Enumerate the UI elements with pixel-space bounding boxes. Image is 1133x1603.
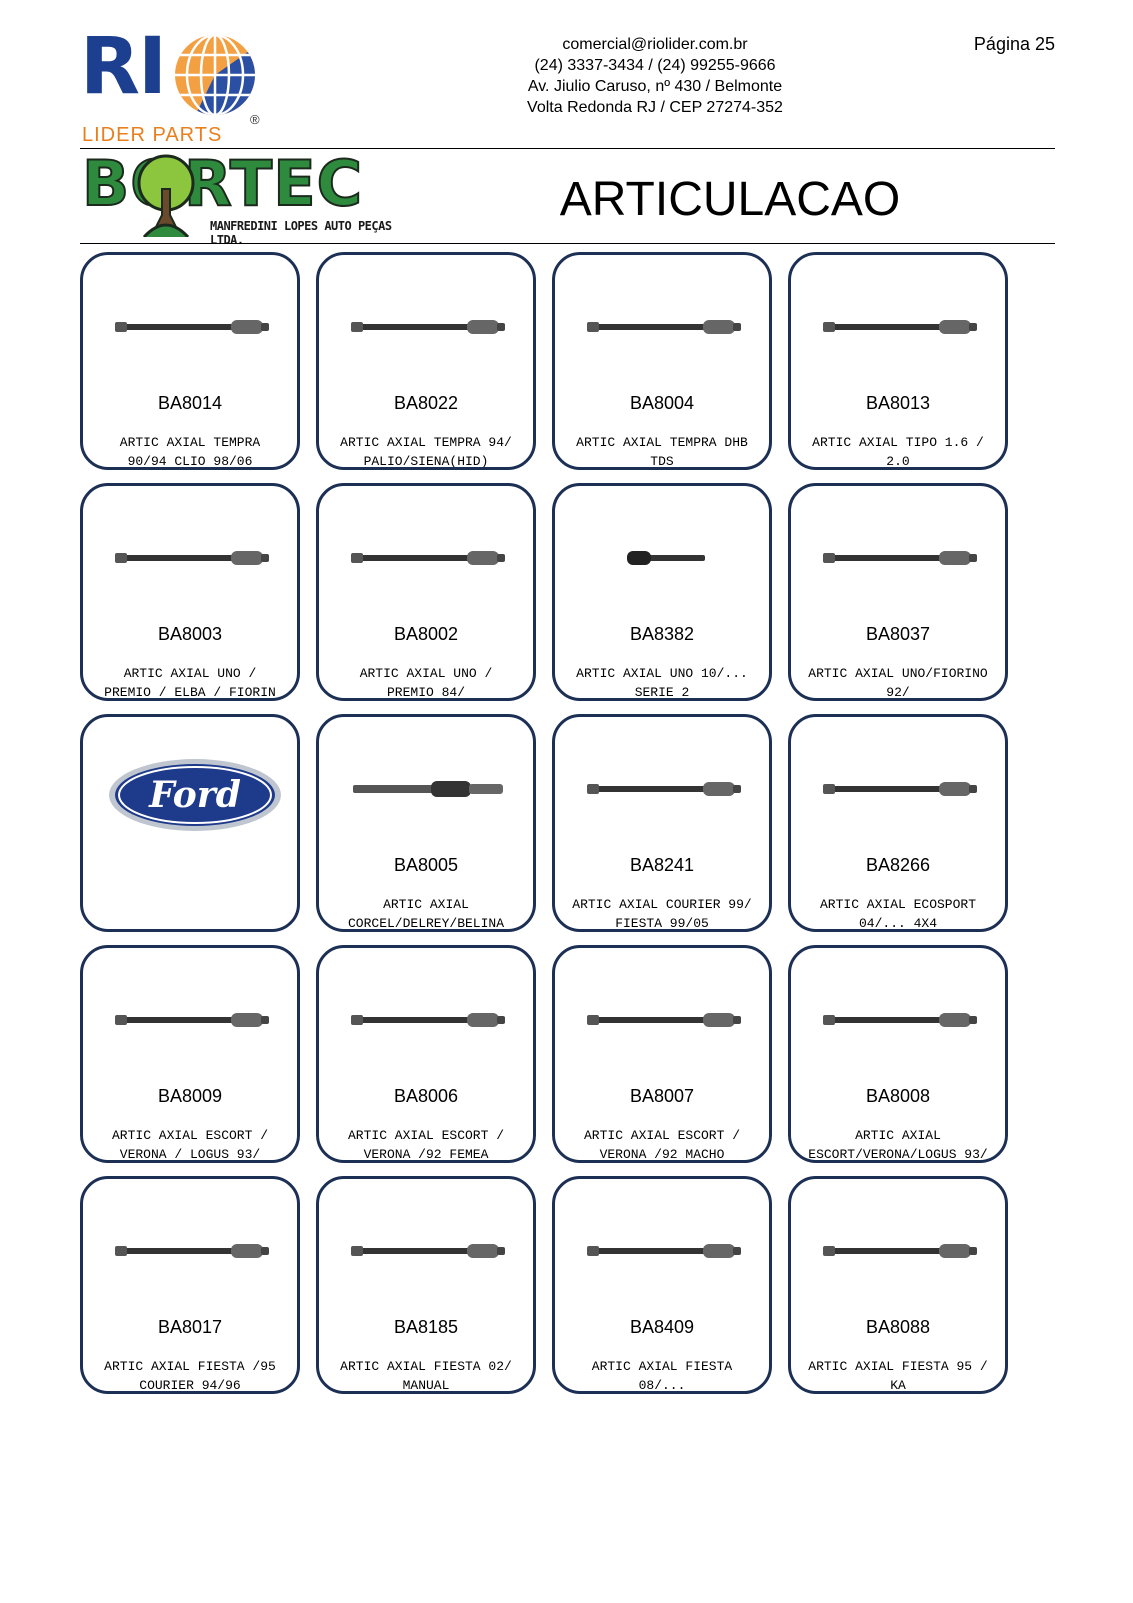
product-code: BA8382	[629, 624, 695, 644]
tie-rod-icon	[587, 1244, 741, 1258]
rio-lider-logo: RI LIDER PARTS ®	[80, 28, 270, 146]
product-code: BA8008	[865, 1086, 931, 1106]
product-code: BA8266	[865, 855, 931, 875]
product-code: BA8005	[393, 855, 459, 875]
product-description: ARTIC AXIAL TEMPRA DHB TDS	[576, 435, 748, 469]
product-code: BA8014	[157, 393, 223, 413]
section-title: ARTICULACAO	[559, 173, 901, 226]
product-card[interactable]: BA8185 ARTIC AXIAL FIESTA 02/MANUAL	[316, 1176, 536, 1394]
registered-mark: ®	[250, 112, 260, 127]
product-card[interactable]: BA8037 ARTIC AXIAL UNO/FIORINO 92/	[788, 483, 1008, 701]
contact-address: Av. Jiulio Caruso, nº 430 / Belmonte	[527, 78, 783, 95]
product-card[interactable]: BA8017 ARTIC AXIAL FIESTA /95 COURIER 94/…	[80, 1176, 300, 1394]
product-card[interactable]: BA8005 ARTIC AXIAL CORCEL/DELREY/BELINA	[316, 714, 536, 932]
product-description: ARTIC AXIAL UNO/FIORINO 92/	[808, 666, 988, 700]
product-description: ARTIC AXIAL COURIER 99/FIESTA 99/05	[572, 897, 752, 931]
brand-card-ford[interactable]: Ford	[80, 714, 300, 932]
tie-rod-icon	[627, 551, 705, 565]
tie-rod-icon	[823, 1013, 977, 1027]
product-code: BA8088	[865, 1317, 931, 1337]
lider-parts-text: LIDER PARTS	[82, 124, 223, 146]
tie-rod-icon	[351, 551, 505, 565]
ford-logo-text: Ford	[148, 774, 241, 816]
product-code: BA8409	[629, 1317, 695, 1337]
product-card[interactable]: BA8003 ARTIC AXIAL UNO / PREMIO / ELBA / …	[80, 483, 300, 701]
tie-rod-icon	[115, 320, 269, 334]
tie-rod-icon	[115, 1013, 269, 1027]
product-description: ARTIC AXIAL CORCEL/DELREY/BELINA	[347, 897, 505, 931]
product-card[interactable]: BA8009 ARTIC AXIAL ESCORT / VERONA / LOGU…	[80, 945, 300, 1163]
tie-rod-icon	[587, 1013, 741, 1027]
product-description: ARTIC AXIAL FIESTA 95 /KA	[808, 1359, 988, 1393]
globe-icon	[175, 35, 255, 115]
product-description: ARTIC AXIAL ESCORT/VERONA/LOGUS 93/	[808, 1128, 988, 1162]
product-code: BA8017	[157, 1317, 223, 1337]
product-code: BA8241	[629, 855, 695, 875]
product-card[interactable]: BA8013 ARTIC AXIAL TIPO 1.6 /2.0	[788, 252, 1008, 470]
product-card[interactable]: BA8266 ARTIC AXIAL ECOSPORT 04/... 4X4	[788, 714, 1008, 932]
tie-rod-icon	[351, 1244, 505, 1258]
product-code: BA8009	[157, 1086, 223, 1106]
contact-phones: (24) 3337-3434 / (24) 99255-9666	[534, 57, 776, 74]
product-card[interactable]: BA8008 ARTIC AXIAL ESCORT/VERONA/LOGUS 93…	[788, 945, 1008, 1163]
product-card[interactable]: BA8004 ARTIC AXIAL TEMPRA DHB TDS	[552, 252, 772, 470]
product-card[interactable]: BA8007 ARTIC AXIAL ESCORT / VERONA /92 MA…	[552, 945, 772, 1163]
tie-rod-icon	[587, 320, 741, 334]
product-card[interactable]: BA8002 ARTIC AXIAL UNO / PREMIO 84/	[316, 483, 536, 701]
product-description: ARTIC AXIAL ESCORT / VERONA /92 FEMEA	[347, 1128, 505, 1162]
ford-logo-icon: Ford	[109, 759, 281, 831]
product-code: BA8006	[393, 1086, 459, 1106]
product-card[interactable]: BA8088 ARTIC AXIAL FIESTA 95 /KA	[788, 1176, 1008, 1394]
product-code: BA8037	[865, 624, 931, 644]
product-code: BA8002	[393, 624, 459, 644]
product-description: ARTIC AXIAL TEMPRA 94/PALIO/SIENA(HID)	[340, 435, 512, 469]
product-description: ARTIC AXIAL FIESTA 02/MANUAL	[340, 1359, 512, 1393]
bortec-logo-text: BORTEC	[81, 147, 364, 220]
product-description: ARTIC AXIAL UNO / PREMIO 84/	[359, 666, 493, 700]
tie-rod-icon	[823, 1244, 977, 1258]
product-code: BA8007	[629, 1086, 695, 1106]
contact-email[interactable]: comercial@riolider.com.br	[470, 34, 840, 55]
tie-rod-icon	[115, 1244, 269, 1258]
tie-rod-icon	[115, 551, 269, 565]
product-code: BA8185	[393, 1317, 459, 1337]
product-description: ARTIC AXIAL ESCORT / VERONA / LOGUS 93/	[111, 1128, 269, 1162]
contact-city: Volta Redonda RJ / CEP 27274-352	[527, 99, 783, 116]
product-description: ARTIC AXIAL FIESTA /95 COURIER 94/96	[104, 1359, 276, 1393]
tie-rod-icon	[823, 551, 977, 565]
product-code: BA8004	[629, 393, 695, 413]
tie-rod-icon	[353, 781, 503, 797]
product-description: ARTIC AXIAL UNO 10/... SERIE 2	[576, 666, 748, 700]
product-description: ARTIC AXIAL UNO / PREMIO / ELBA / FIORIN	[104, 666, 276, 700]
product-description: ARTIC AXIAL ECOSPORT 04/... 4X4	[819, 897, 977, 931]
product-description: ARTIC AXIAL ESCORT / VERONA /92 MACHO	[583, 1128, 741, 1162]
product-card[interactable]: BA8014 ARTIC AXIAL TEMPRA 90/94 CLIO 98/0…	[80, 252, 300, 470]
bortec-logo: BORTEC MANFREDINI LOPES AUTO PEÇAS LTDA.	[81, 147, 412, 248]
product-card[interactable]: BA8409 ARTIC AXIAL FIESTA 08/...	[552, 1176, 772, 1394]
tie-rod-icon	[351, 1013, 505, 1027]
tree-icon	[137, 154, 195, 237]
rio-logo-letters: RI	[80, 22, 167, 112]
product-card[interactable]: BA8006 ARTIC AXIAL ESCORT / VERONA /92 FE…	[316, 945, 536, 1163]
contact-block: comercial@riolider.com.br (24) 3337-3434…	[470, 34, 840, 118]
product-description: ARTIC AXIAL FIESTA 08/...	[591, 1359, 733, 1393]
tie-rod-icon	[823, 320, 977, 334]
product-description: ARTIC AXIAL TIPO 1.6 /2.0	[812, 435, 984, 469]
product-description: ARTIC AXIAL TEMPRA 90/94 CLIO 98/06	[119, 435, 261, 469]
product-card[interactable]: BA8022 ARTIC AXIAL TEMPRA 94/PALIO/SIENA…	[316, 252, 536, 470]
page-number: Página 25	[973, 34, 1055, 54]
tie-rod-icon	[587, 782, 741, 796]
product-code: BA8003	[157, 624, 223, 644]
product-code: BA8013	[865, 393, 931, 413]
product-card[interactable]: BA8382 ARTIC AXIAL UNO 10/... SERIE 2	[552, 483, 772, 701]
product-code: BA8022	[393, 393, 459, 413]
tie-rod-icon	[351, 320, 505, 334]
title-divider	[80, 243, 1055, 244]
product-card[interactable]: BA8241 ARTIC AXIAL COURIER 99/FIESTA 99/…	[552, 714, 772, 932]
tie-rod-icon	[823, 782, 977, 796]
